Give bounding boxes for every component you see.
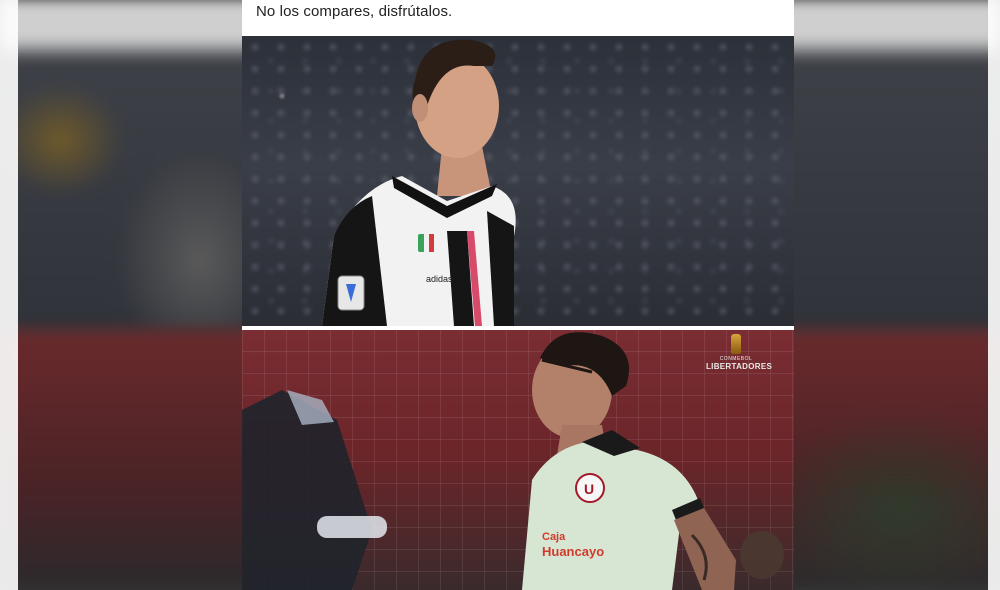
meme-caption: No los compares, disfrútalos. — [256, 3, 453, 20]
jersey-brand-text: adidas — [426, 274, 453, 284]
svg-text:U: U — [584, 481, 594, 497]
top-player-figure: adidas — [322, 39, 516, 326]
bottom-player-figure: U Caja Huancayo — [242, 332, 784, 590]
jersey-sponsor-line2: Huancayo — [542, 544, 604, 559]
jersey-sponsor-line1: Caja — [542, 531, 566, 543]
right-edge-strip — [988, 0, 1000, 590]
left-edge-strip — [0, 0, 18, 590]
bottom-photo: CONMEBOL LIBERTADORES U Caja Huancayo — [242, 330, 794, 590]
top-photo: adidas — [242, 36, 794, 326]
meme-card: No los compares, disfrútalos. adidas CON… — [242, 0, 794, 590]
